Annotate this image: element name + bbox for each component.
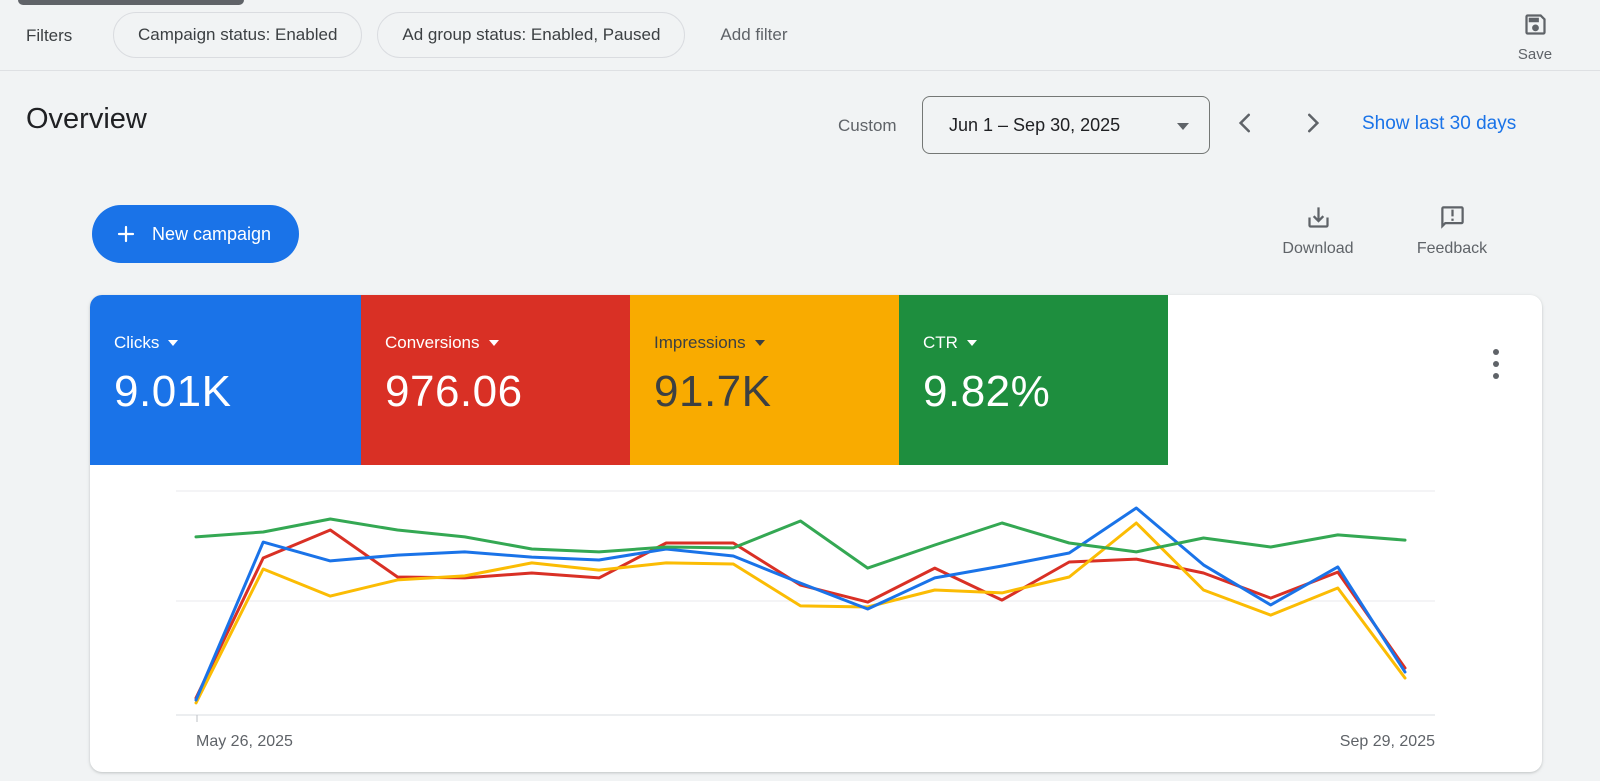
download-button[interactable]: Download: [1268, 204, 1368, 258]
metric-dropdown-clicks[interactable]: Clicks: [114, 333, 179, 353]
metric-card-conversions: Conversions 976.06: [361, 295, 630, 465]
date-range-value: Jun 1 – Sep 30, 2025: [949, 114, 1121, 135]
metric-value: 9.01K: [114, 367, 232, 416]
three-dots-icon: [1493, 349, 1499, 355]
x-axis-end-label: Sep 29, 2025: [1339, 733, 1435, 750]
feedback-label: Feedback: [1416, 240, 1488, 257]
filters-label: Filters: [26, 26, 73, 45]
metric-card-impressions: Impressions 91.7K: [630, 295, 899, 465]
google-ads-overview-page: Filters Campaign status: Enabled Ad grou…: [0, 0, 1600, 781]
next-period-button[interactable]: [1296, 108, 1330, 142]
metric-card-strip: Clicks 9.01K Conversions 976.06 Impressi…: [90, 295, 1168, 465]
metric-dropdown-impressions[interactable]: Impressions: [654, 333, 765, 353]
metric-label: Impressions: [654, 333, 746, 352]
caret-down-icon: [966, 340, 977, 346]
chevron-left-icon: [1230, 108, 1260, 143]
metric-label: Clicks: [114, 333, 160, 352]
show-last-30-days-link[interactable]: Show last 30 days: [1362, 113, 1516, 135]
metric-dropdown-conversions[interactable]: Conversions: [385, 333, 499, 353]
metric-card-clicks: Clicks 9.01K: [90, 295, 361, 465]
download-icon: [1305, 207, 1332, 235]
metric-card-ctr: CTR 9.82%: [899, 295, 1168, 465]
save-icon: [1522, 14, 1549, 42]
plus-icon: [114, 222, 138, 246]
conversions-line: [194, 528, 1407, 700]
previous-period-button[interactable]: [1228, 108, 1262, 142]
filter-chip-ad-group-status[interactable]: Ad group status: Enabled, Paused: [377, 12, 686, 58]
page-title: Overview: [26, 103, 147, 135]
save-button[interactable]: Save: [1500, 11, 1570, 63]
date-mode-label: Custom: [838, 116, 897, 135]
date-range-picker[interactable]: Jun 1 – Sep 30, 2025: [922, 96, 1210, 154]
filter-bar: Filters Campaign status: Enabled Ad grou…: [0, 0, 1600, 71]
add-filter-button[interactable]: Add filter: [720, 25, 787, 45]
impressions-line: [194, 521, 1407, 705]
clicks-line: [194, 506, 1407, 702]
filter-chip-row: Campaign status: Enabled Ad group status…: [113, 12, 788, 58]
metric-dropdown-ctr[interactable]: CTR: [923, 333, 977, 353]
ctr-line: [194, 517, 1407, 570]
overview-card: Clicks 9.01K Conversions 976.06 Impressi…: [90, 295, 1542, 772]
feedback-icon: [1439, 206, 1466, 235]
filter-chip-campaign-status[interactable]: Campaign status: Enabled: [113, 12, 363, 58]
metric-label: CTR: [923, 333, 958, 352]
caret-down-icon: [488, 340, 499, 346]
download-label: Download: [1282, 240, 1354, 257]
feedback-button[interactable]: Feedback: [1402, 204, 1502, 258]
metric-value: 9.82%: [923, 367, 1051, 416]
caret-down-icon: [754, 340, 765, 346]
card-menu-button[interactable]: [1487, 343, 1505, 385]
x-axis-start-label: May 26, 2025: [196, 733, 293, 750]
metric-label: Conversions: [385, 333, 480, 352]
caret-down-icon: [1177, 123, 1189, 130]
scrolled-content-remnant: [18, 0, 244, 5]
caret-down-icon: [168, 340, 179, 346]
chevron-right-icon: [1298, 108, 1328, 143]
new-campaign-button[interactable]: New campaign: [92, 205, 300, 263]
new-campaign-label: New campaign: [152, 223, 272, 244]
metric-value: 976.06: [385, 367, 523, 416]
save-label: Save: [1517, 46, 1553, 63]
metric-value: 91.7K: [654, 367, 772, 416]
